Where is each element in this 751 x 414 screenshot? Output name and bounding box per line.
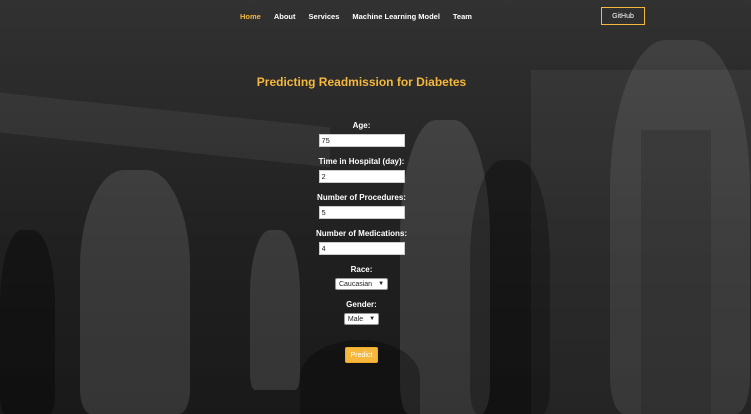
age-label: Age: <box>352 121 371 130</box>
gender-label: Gender: <box>346 300 377 309</box>
race-select-value: Caucasian <box>338 280 373 288</box>
main-nav: Home About Services Machine Learning Mod… <box>240 12 472 21</box>
race-label: Race: <box>350 265 373 274</box>
race-select[interactable]: Caucasian ▼ <box>334 278 389 290</box>
predict-button[interactable]: Predict <box>345 347 378 363</box>
chevron-down-icon: ▼ <box>378 281 385 287</box>
time-in-hospital-field-group: Time in Hospital (day): <box>318 157 405 183</box>
chevron-down-icon: ▼ <box>369 316 376 322</box>
github-button[interactable]: GitHub <box>601 7 645 25</box>
num-medications-field-group: Number of Medications: <box>316 229 407 255</box>
age-field-group: Age: <box>318 121 405 147</box>
nav-home[interactable]: Home <box>240 12 261 21</box>
time-in-hospital-input[interactable] <box>318 170 405 183</box>
nav-about[interactable]: About <box>274 12 296 21</box>
race-field-group: Race: Caucasian ▼ <box>334 265 389 290</box>
gender-field-group: Gender: Male ▼ <box>343 300 380 325</box>
num-medications-label: Number of Medications: <box>315 229 408 238</box>
num-procedures-label: Number of Procedures: <box>317 193 406 202</box>
nav-machine-learning-model[interactable]: Machine Learning Model <box>352 12 440 21</box>
nav-services[interactable]: Services <box>309 12 340 21</box>
time-in-hospital-label: Time in Hospital (day): <box>318 157 405 166</box>
gender-select-value: Male <box>347 315 364 323</box>
num-medications-input[interactable] <box>318 242 405 255</box>
num-procedures-field-group: Number of Procedures: <box>317 193 406 219</box>
gender-select[interactable]: Male ▼ <box>343 313 380 325</box>
page-title: Predicting Readmission for Diabetes <box>256 75 467 89</box>
nav-team[interactable]: Team <box>453 12 472 21</box>
age-input[interactable] <box>318 134 405 147</box>
prediction-form: Age: Time in Hospital (day): Number of P… <box>305 121 418 363</box>
num-procedures-input[interactable] <box>318 206 405 219</box>
